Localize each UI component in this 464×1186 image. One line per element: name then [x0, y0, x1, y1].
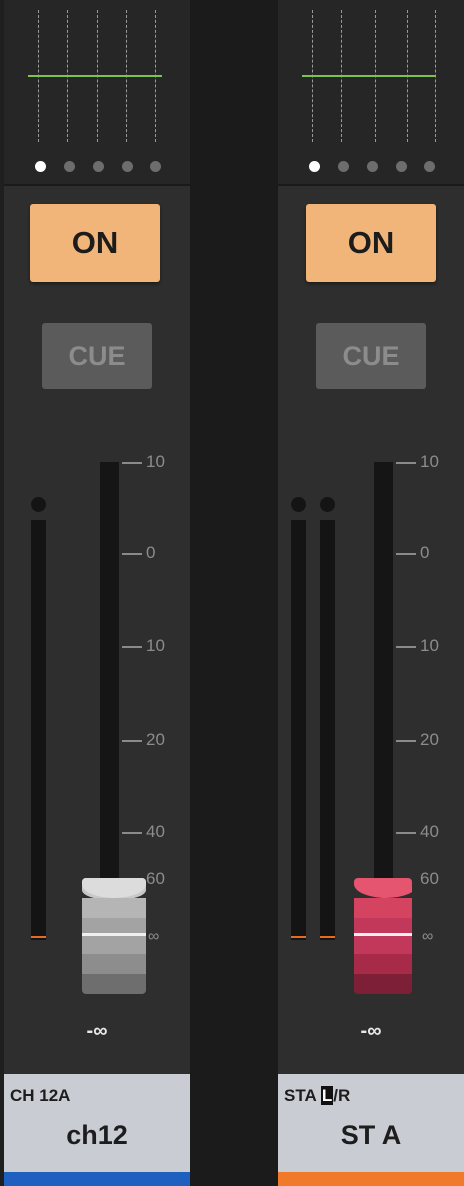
page-dot-2[interactable]	[338, 161, 349, 172]
channel-name: ch12	[66, 1120, 128, 1150]
scale-label: 10	[146, 452, 165, 471]
fader-value: -∞	[360, 1020, 382, 1042]
eq-display[interactable]	[4, 0, 190, 186]
scale-label: 0	[420, 543, 430, 562]
eq-page-dots[interactable]	[4, 161, 190, 173]
scale-tick	[122, 740, 142, 742]
fader-track[interactable]	[374, 462, 393, 882]
level-meter-r	[320, 520, 335, 940]
scale-tick	[396, 462, 416, 464]
page-dot-1[interactable]	[309, 161, 320, 172]
on-button[interactable]: ON	[306, 204, 436, 282]
page-dot-1[interactable]	[35, 161, 46, 172]
scale-tick	[122, 646, 142, 648]
eq-curve	[28, 75, 162, 77]
scale-label: 60	[420, 869, 439, 888]
channel-id: STA L/R	[284, 1086, 350, 1106]
meter-clip-indicator	[31, 497, 46, 512]
fader-knob[interactable]	[82, 878, 146, 994]
page-dot-3[interactable]	[93, 161, 104, 172]
scale-label: 10	[420, 452, 439, 471]
meter-peak	[291, 936, 306, 938]
channel-id: CH 12A	[10, 1086, 71, 1105]
scale-label: ∞	[422, 928, 434, 945]
cue-button[interactable]: CUE	[316, 323, 426, 389]
page-dot-2[interactable]	[64, 161, 75, 172]
fader-knob[interactable]	[354, 878, 412, 994]
scale-tick	[122, 553, 142, 555]
page-dot-4[interactable]	[396, 161, 407, 172]
strip-gap	[190, 0, 278, 1186]
scale-tick	[396, 740, 416, 742]
eq-curve	[302, 75, 436, 77]
scale-label: 0	[146, 543, 156, 562]
meter-clip-indicator-l	[291, 497, 306, 512]
fader-track[interactable]	[100, 462, 119, 882]
channel-color-bar	[278, 1172, 464, 1186]
scale-tick	[396, 646, 416, 648]
meter-peak	[31, 936, 46, 938]
cue-button[interactable]: CUE	[42, 323, 152, 389]
fader-center-line	[82, 933, 146, 936]
scale-label: 20	[420, 730, 439, 749]
scale-label: ∞	[148, 928, 160, 945]
level-meter	[31, 520, 46, 940]
scale-label: 10	[420, 636, 439, 655]
page-dot-3[interactable]	[367, 161, 378, 172]
channel-name-panel[interactable]: CH 12A ch12	[4, 1074, 190, 1186]
channel-id-prefix: STA	[284, 1086, 317, 1105]
channel-color-bar	[4, 1172, 190, 1186]
scale-tick	[396, 832, 416, 834]
channel-name-panel[interactable]: STA L/R ST A	[278, 1074, 464, 1186]
fader-center-line	[354, 933, 412, 936]
scale-label: 60	[146, 869, 165, 888]
scale-label: 10	[146, 636, 165, 655]
level-meter-l	[291, 520, 306, 940]
scale-tick	[122, 832, 142, 834]
page-dot-5[interactable]	[150, 161, 161, 172]
meter-clip-indicator-r	[320, 497, 335, 512]
eq-display[interactable]	[278, 0, 464, 186]
scale-tick	[122, 462, 142, 464]
scale-label: 40	[420, 822, 439, 841]
channel-strip-st-a: ON CUE 10 0 10 20 40 60 ∞ -∞ STA L/R ST …	[278, 0, 464, 1186]
channel-name: ST A	[340, 1120, 402, 1150]
scale-label: 40	[146, 822, 165, 841]
page-dot-4[interactable]	[122, 161, 133, 172]
channel-id-highlight: L	[320, 1086, 334, 1105]
meter-peak	[320, 936, 335, 938]
scale-label: 20	[146, 730, 165, 749]
eq-page-dots[interactable]	[278, 161, 464, 173]
page-dot-5[interactable]	[424, 161, 435, 172]
channel-id-suffix: /R	[333, 1086, 351, 1105]
fader-value: -∞	[86, 1020, 108, 1042]
channel-strip-ch12: ON CUE 10 0 10 20 40 60 ∞ -∞ CH 12A ch12	[4, 0, 190, 1186]
on-button[interactable]: ON	[30, 204, 160, 282]
scale-tick	[396, 553, 416, 555]
